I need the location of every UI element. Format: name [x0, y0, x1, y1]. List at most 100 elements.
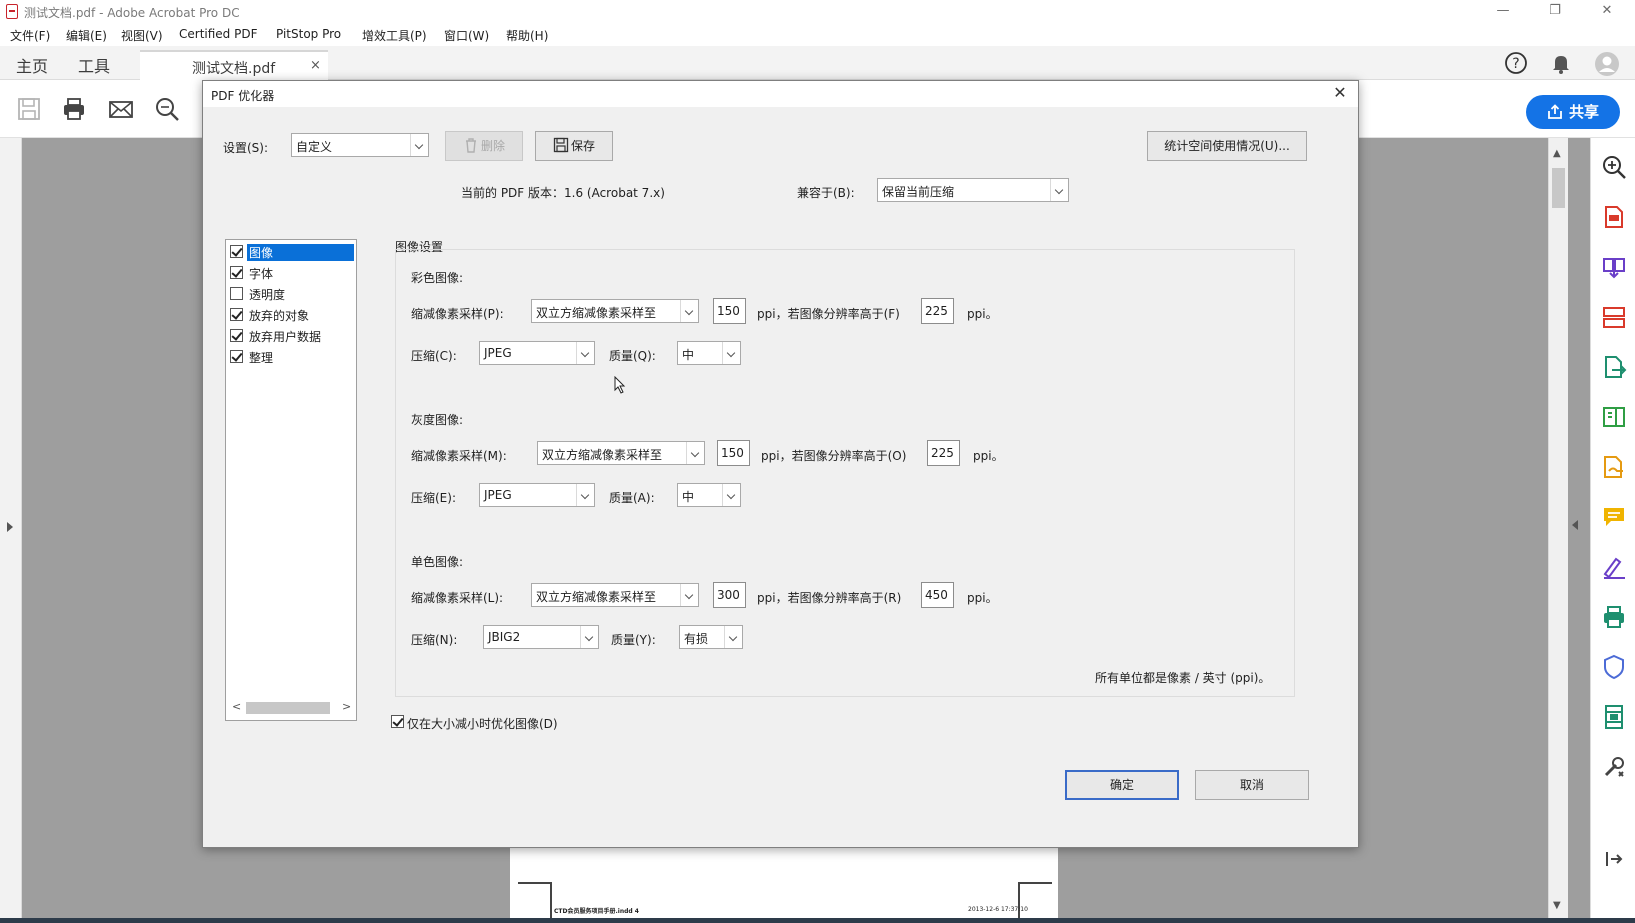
print-production-icon[interactable]	[1601, 604, 1627, 630]
print-icon[interactable]	[61, 96, 87, 122]
settings-select[interactable]: 自定义	[291, 133, 429, 157]
more-tools-icon[interactable]	[1601, 754, 1627, 780]
menu-plugins[interactable]: 增效工具(P)	[362, 27, 427, 44]
pdf-page-preview: CTD会员服务项目手册.indd 4 2013-12-6 17:37:10	[510, 846, 1058, 923]
scroll-right-arrow[interactable]: >	[342, 700, 351, 713]
scroll-down-arrow[interactable]: ▼	[1553, 900, 1561, 911]
gray-quality-select[interactable]: 中	[677, 483, 741, 507]
close-window-button[interactable]: ✕	[1584, 0, 1630, 24]
panel-item-transparency[interactable]: 透明度	[230, 284, 354, 304]
mono-above-ppi-input[interactable]: 450	[921, 582, 954, 608]
color-compression-label: 压缩(C):	[411, 349, 457, 363]
save-preset-button[interactable]: 保存	[535, 131, 613, 161]
gray-downsample-select[interactable]: 双立方缩减像素采样至	[537, 441, 705, 465]
scroll-thumb[interactable]	[1552, 168, 1565, 208]
color-compression-select[interactable]: JPEG	[479, 341, 595, 365]
mono-compression-label: 压缩(N):	[411, 633, 458, 647]
panel-item-images[interactable]: 图像	[230, 242, 354, 262]
tab-home[interactable]: 主页	[16, 53, 48, 77]
panel-checkbox-fonts[interactable]	[230, 266, 243, 279]
panel-item-fonts[interactable]: 字体	[230, 263, 354, 283]
panel-checkbox-discard-user-data[interactable]	[230, 329, 243, 342]
optimizer-panel-list: 图像 字体 透明度 放弃的对象 放弃用户数据 整理 < >	[225, 239, 357, 721]
vertical-scrollbar[interactable]: ▲ ▼	[1548, 138, 1568, 923]
hscroll-thumb[interactable]	[246, 702, 330, 714]
comment-icon[interactable]	[1601, 504, 1627, 530]
notification-bell-icon[interactable]	[1549, 51, 1573, 75]
request-signature-icon[interactable]	[1601, 454, 1627, 480]
tab-close-button[interactable]: ×	[310, 58, 321, 73]
panel-item-discard-objects[interactable]: 放弃的对象	[230, 305, 354, 325]
color-ppi-input[interactable]: 150	[713, 298, 746, 324]
tab-tools[interactable]: 工具	[78, 53, 110, 77]
zoom-in-icon[interactable]	[1601, 154, 1627, 180]
panel-list-hscrollbar[interactable]: < >	[228, 698, 354, 718]
mono-ppi-input[interactable]: 300	[713, 582, 746, 608]
mono-compression-select[interactable]: JBIG2	[483, 625, 599, 649]
compatibility-select[interactable]: 保留当前压缩	[877, 178, 1069, 202]
menu-window[interactable]: 窗口(W)	[444, 27, 489, 44]
rich-media-icon[interactable]	[1601, 704, 1627, 730]
gray-ppi-input[interactable]: 150	[717, 440, 750, 466]
svg-text:?: ?	[1512, 56, 1519, 72]
menu-edit[interactable]: 编辑(E)	[66, 27, 107, 44]
optimize-only-if-smaller-label: 仅在大小减小时优化图像(D)	[407, 717, 558, 731]
chevron-down-icon	[722, 484, 740, 506]
color-downsample-select[interactable]: 双立方缩减像素采样至	[531, 299, 699, 323]
share-button[interactable]: 共享	[1526, 95, 1620, 129]
collapse-right-pane-icon[interactable]	[1572, 520, 1578, 530]
search-zoom-icon[interactable]	[154, 96, 180, 122]
color-downsample-label: 缩减像素采样(P):	[411, 307, 504, 321]
restore-button[interactable]: ❐	[1532, 0, 1578, 24]
scroll-up-arrow[interactable]: ▲	[1553, 148, 1561, 159]
dialog-close-button[interactable]: ✕	[1329, 84, 1351, 104]
create-pdf-icon[interactable]	[1601, 204, 1627, 230]
protect-shield-icon[interactable]	[1601, 654, 1627, 680]
color-above-ppi-input[interactable]: 225	[921, 298, 954, 324]
panel-item-discard-user-data[interactable]: 放弃用户数据	[230, 326, 354, 346]
share-icon	[1548, 104, 1562, 119]
email-icon[interactable]	[108, 96, 134, 122]
collapse-tools-panel-icon[interactable]	[1601, 846, 1627, 872]
cancel-button[interactable]: 取消	[1195, 770, 1309, 800]
edit-pdf-icon[interactable]	[1601, 404, 1627, 430]
panel-item-clean-up[interactable]: 整理	[230, 347, 354, 367]
scroll-left-arrow[interactable]: <	[232, 700, 241, 713]
panel-checkbox-clean-up[interactable]	[230, 350, 243, 363]
optimize-only-if-smaller-checkbox[interactable]	[391, 715, 404, 728]
ok-button[interactable]: 确定	[1065, 770, 1179, 800]
minimize-button[interactable]: —	[1480, 0, 1526, 24]
save-icon[interactable]	[16, 96, 42, 122]
panel-checkbox-discard-objects[interactable]	[230, 308, 243, 321]
expand-left-pane-icon[interactable]	[7, 522, 13, 532]
window-title: 测试文档.pdf - Adobe Acrobat Pro DC	[24, 6, 240, 20]
crop-mark-right	[1018, 882, 1052, 922]
delete-preset-button[interactable]: 删除	[445, 131, 523, 161]
color-images-title: 彩色图像:	[411, 271, 464, 285]
current-pdf-version: 当前的 PDF 版本：1.6 (Acrobat 7.x)	[461, 186, 665, 200]
chevron-down-icon	[576, 484, 594, 506]
color-ppi-unit: ppi，若图像分辨率高于(F)	[757, 307, 900, 321]
help-icon[interactable]: ?	[1504, 51, 1528, 75]
gray-above-ppi-input[interactable]: 225	[927, 440, 960, 466]
export-pdf-icon[interactable]	[1601, 354, 1627, 380]
panel-checkbox-transparency[interactable]	[230, 287, 243, 300]
menu-help[interactable]: 帮助(H)	[506, 27, 548, 44]
mono-downsample-select[interactable]: 双立方缩减像素采样至	[531, 583, 699, 607]
tab-document[interactable]: 测试文档.pdf ×	[140, 50, 328, 80]
menu-pitstop-pro[interactable]: PitStop Pro	[276, 27, 341, 41]
mono-quality-select[interactable]: 有损	[679, 625, 743, 649]
menu-certified-pdf[interactable]: Certified PDF	[179, 27, 258, 41]
menu-view[interactable]: 视图(V)	[121, 27, 163, 44]
color-quality-select[interactable]: 中	[677, 341, 741, 365]
combine-files-icon[interactable]	[1601, 254, 1627, 280]
gray-ppi-unit: ppi，若图像分辨率高于(O)	[761, 449, 907, 463]
panel-checkbox-images[interactable]	[230, 245, 243, 258]
account-avatar-icon[interactable]	[1594, 51, 1619, 76]
menu-file[interactable]: 文件(F)	[10, 27, 50, 44]
audit-space-usage-button[interactable]: 统计空间使用情况(U)...	[1147, 131, 1307, 161]
fill-sign-icon[interactable]	[1601, 554, 1627, 580]
acrobat-file-icon	[6, 4, 18, 19]
gray-compression-select[interactable]: JPEG	[479, 483, 595, 507]
organize-pages-icon[interactable]	[1601, 304, 1627, 330]
